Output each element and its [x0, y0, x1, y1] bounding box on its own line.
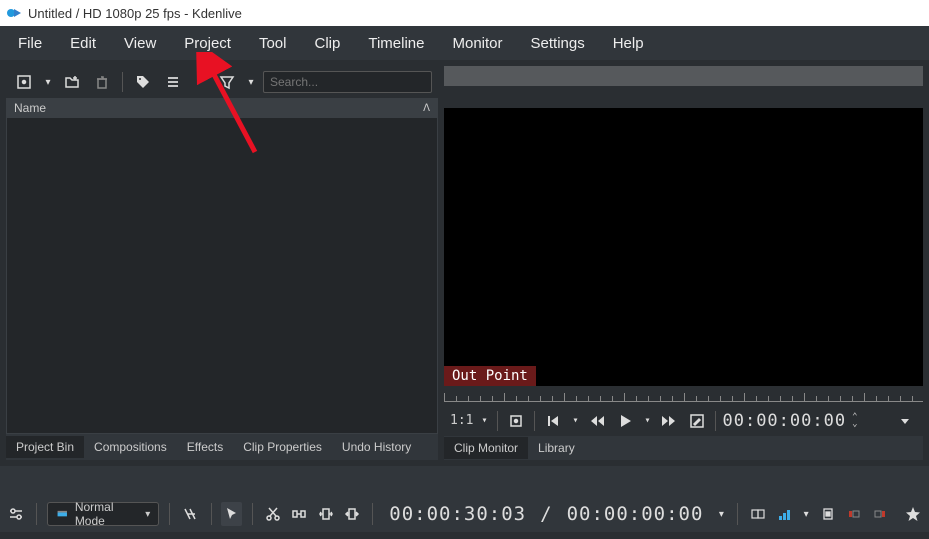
menu-settings[interactable]: Settings: [517, 29, 599, 58]
audio-mixer-button[interactable]: [817, 502, 837, 526]
go-start-dropdown[interactable]: ▾: [569, 409, 581, 433]
tab-clip-properties[interactable]: Clip Properties: [233, 436, 332, 458]
zoom-ratio-label[interactable]: 1:1: [450, 413, 473, 428]
timecode-down[interactable]: ⌄: [852, 421, 857, 428]
add-clip-button[interactable]: [12, 70, 36, 94]
monitor-more-button[interactable]: [893, 409, 917, 433]
out-point-label: Out Point: [444, 366, 536, 386]
menu-project[interactable]: Project: [170, 29, 245, 58]
timeline-toolbar: Normal Mode ▾ 00:00:30:03 / 00:00:00:00 …: [0, 496, 929, 532]
bin-column-header[interactable]: Name ᐱ: [6, 98, 438, 118]
overwrite-zone-button[interactable]: [342, 502, 362, 526]
sort-chevron-icon: ᐱ: [423, 103, 430, 114]
menu-timeline[interactable]: Timeline: [354, 29, 438, 58]
bin-content-area[interactable]: [6, 118, 438, 434]
tab-project-bin[interactable]: Project Bin: [6, 436, 84, 458]
menu-clip[interactable]: Clip: [301, 29, 355, 58]
filter-button[interactable]: [215, 70, 239, 94]
tab-compositions[interactable]: Compositions: [84, 436, 177, 458]
options-menu-button[interactable]: [161, 70, 185, 94]
monitor-controls: 1:1 ▾ ▾ ▾ 00:00:00:00 ⌃ ⌄: [444, 406, 923, 436]
tab-clip-monitor[interactable]: Clip Monitor: [444, 437, 528, 459]
create-folder-button[interactable]: [60, 70, 84, 94]
monitor-top-strip: [444, 66, 923, 86]
menu-file[interactable]: File: [4, 29, 56, 58]
timecode-dropdown[interactable]: ▾: [715, 502, 727, 526]
play-dropdown[interactable]: ▾: [641, 409, 653, 433]
menu-tool[interactable]: Tool: [245, 29, 301, 58]
go-start-button[interactable]: [541, 409, 565, 433]
timecode-separator: /: [540, 503, 552, 525]
zone-out-button[interactable]: [870, 502, 890, 526]
mix-clips-button[interactable]: [748, 502, 768, 526]
monitor-tabs: Clip Monitor Library: [444, 436, 923, 460]
bin-toolbar: ▾ ▾: [6, 66, 438, 98]
zoom-dropdown[interactable]: ▾: [477, 409, 491, 433]
window-titlebar: Untitled / HD 1080p 25 fps - Kdenlive: [0, 0, 929, 26]
filter-dropdown[interactable]: ▾: [245, 70, 257, 94]
spacer-tool-button[interactable]: [289, 502, 309, 526]
set-in-button[interactable]: [504, 409, 528, 433]
tab-library[interactable]: Library: [528, 437, 585, 459]
menu-help[interactable]: Help: [599, 29, 658, 58]
favorite-effects-button[interactable]: [903, 502, 923, 526]
project-bin-panel: ▾ ▾ Name ᐱ Project Bin Compositions Effe…: [6, 66, 438, 460]
monitor-timecode[interactable]: 00:00:00:00: [722, 411, 846, 431]
tab-effects[interactable]: Effects: [177, 436, 233, 458]
search-input[interactable]: [263, 71, 432, 93]
monitor-ruler[interactable]: [444, 386, 923, 406]
column-name: Name: [14, 101, 46, 115]
preview-render-dropdown[interactable]: ▾: [801, 502, 811, 526]
razor-tool-button[interactable]: [263, 502, 283, 526]
tags-button[interactable]: [131, 70, 155, 94]
window-title: Untitled / HD 1080p 25 fps - Kdenlive: [28, 6, 242, 21]
timeline-position-timecode[interactable]: 00:00:30:03: [389, 503, 526, 525]
normal-mode-icon: [56, 507, 69, 521]
rewind-button[interactable]: [585, 409, 609, 433]
monitor-video-area[interactable]: Out Point: [444, 108, 923, 385]
track-settings-button[interactable]: [6, 502, 26, 526]
clip-monitor-panel: Out Point 1:1 ▾ ▾ ▾ 00:00:00:00 ⌃ ⌄: [444, 66, 923, 460]
app-logo: [6, 5, 22, 21]
edit-mode-label: Normal Mode: [75, 500, 139, 528]
edit-mode-combo[interactable]: Normal Mode ▾: [47, 502, 159, 526]
play-button[interactable]: [613, 409, 637, 433]
zone-in-button[interactable]: [844, 502, 864, 526]
add-clip-dropdown[interactable]: ▾: [42, 70, 54, 94]
edit-mode-button[interactable]: [685, 409, 709, 433]
delete-clip-button[interactable]: [90, 70, 114, 94]
menu-edit[interactable]: Edit: [56, 29, 110, 58]
tab-undo-history[interactable]: Undo History: [332, 436, 421, 458]
compositing-button[interactable]: [180, 502, 200, 526]
main-menubar: File Edit View Project Tool Clip Timelin…: [0, 26, 929, 60]
selection-tool-button[interactable]: [221, 502, 241, 526]
preview-render-button[interactable]: [775, 502, 795, 526]
forward-button[interactable]: [657, 409, 681, 433]
bin-tabs: Project Bin Compositions Effects Clip Pr…: [6, 434, 438, 460]
timeline-duration-timecode[interactable]: 00:00:00:00: [567, 503, 704, 525]
menu-monitor[interactable]: Monitor: [438, 29, 516, 58]
menu-view[interactable]: View: [110, 29, 170, 58]
insert-zone-button[interactable]: [316, 502, 336, 526]
